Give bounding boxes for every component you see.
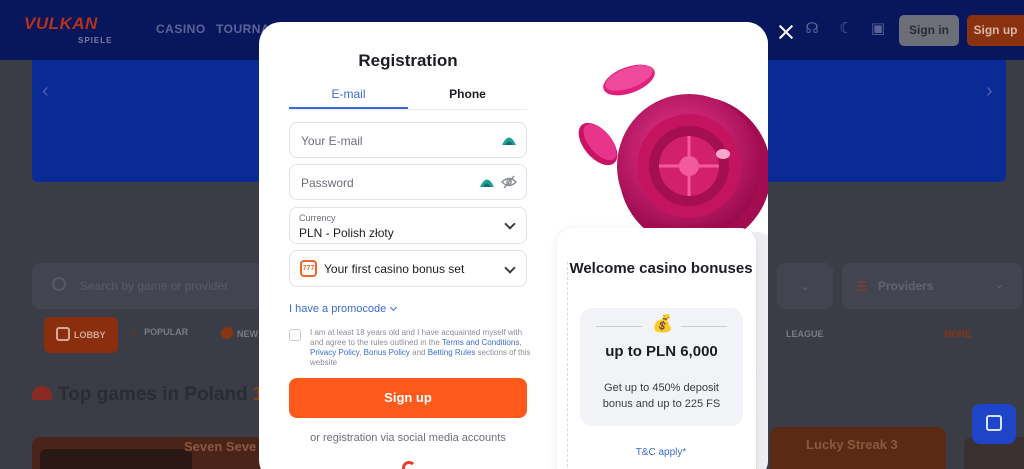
sign-up-button[interactable]: Sign up: [289, 378, 527, 418]
age-agreement-checkbox[interactable]: [289, 329, 301, 341]
promocode-toggle[interactable]: I have a promocode: [289, 303, 398, 315]
google-icon[interactable]: [402, 461, 416, 469]
money-bag-icon: 💰: [652, 314, 674, 333]
email-placeholder: Your E-mail: [301, 134, 363, 148]
search-icon: [52, 277, 66, 291]
email-field[interactable]: Your E-mail: [289, 122, 527, 158]
betting-rules-link[interactable]: Betting Rules: [428, 348, 476, 357]
chevron-right-icon[interactable]: ›: [986, 80, 993, 103]
providers-label: Providers: [878, 279, 934, 293]
agreement-and: and: [412, 348, 426, 357]
promocode-label: I have a promocode: [289, 303, 387, 315]
chip-popular-label: POPULAR: [144, 327, 189, 337]
registration-tabs: E-mail Phone: [289, 87, 527, 109]
close-icon[interactable]: [776, 22, 796, 42]
currency-select[interactable]: Currency PLN - Polish złoty: [289, 207, 527, 244]
logo-sub-text: SPIELE: [78, 36, 113, 45]
bonus-amount: up to PLN 6,000: [605, 343, 718, 360]
privacy-policy-link[interactable]: Privacy Policy: [310, 348, 359, 357]
game-title: Lucky Streak 3: [806, 437, 898, 452]
providers-select[interactable]: ☰ Providers ⌄: [842, 263, 1022, 309]
registration-form: Registration E-mail Phone Your E-mail Pa…: [259, 22, 557, 469]
top-games-heading: Top games in Poland 1: [32, 384, 264, 406]
moon-icon[interactable]: ☾: [836, 19, 856, 39]
eye-off-icon[interactable]: [501, 174, 517, 190]
category-chip-more[interactable]: MORE: [944, 329, 971, 339]
chat-icon: [986, 415, 1002, 431]
chevron-down-icon: ⌄: [993, 277, 1004, 291]
game-thumbnail: [40, 449, 192, 469]
divider: [681, 326, 727, 327]
game-card[interactable]: Seven Seve: [32, 437, 264, 469]
chip-lobby-label: LOBBY: [74, 330, 106, 340]
welcome-bonus-panel: Welcome casino bonuses 💰 up to PLN 6,000…: [557, 22, 768, 469]
poland-flag-icon: [32, 386, 52, 400]
tab-phone[interactable]: Phone: [408, 87, 527, 109]
header-sign-in-button[interactable]: Sign in: [899, 15, 959, 46]
chip-new-label: NEW: [237, 329, 258, 339]
chevron-down-icon: [504, 218, 516, 230]
header-sign-up-button[interactable]: Sign up: [967, 15, 1024, 46]
bonus-description: Get up to 450% deposit bonus and up to 2…: [602, 382, 721, 410]
bonus-label: Your first casino bonus set: [324, 262, 465, 276]
divider: [596, 326, 642, 327]
tab-email[interactable]: E-mail: [289, 87, 408, 109]
category-chip-lobby[interactable]: LOBBY: [44, 317, 118, 353]
slot-machine-icon: 777: [300, 260, 317, 277]
tab-divider: [289, 109, 527, 110]
registration-modal: Registration E-mail Phone Your E-mail Pa…: [259, 22, 768, 469]
chevron-left-icon[interactable]: ‹: [42, 80, 49, 103]
logo-main-text: VULKAN: [24, 14, 98, 33]
autofill-icon[interactable]: [501, 132, 517, 148]
currency-value: PLN - Polish złoty: [299, 226, 394, 240]
autofill-icon[interactable]: [479, 174, 495, 190]
support-icon[interactable]: ☊: [802, 19, 822, 39]
gift-icon[interactable]: ▣: [868, 19, 888, 39]
category-chip-new[interactable]: NEW: [221, 327, 258, 339]
password-field[interactable]: Password: [289, 164, 527, 200]
top-games-title: Top games in Poland: [58, 384, 248, 405]
terms-link[interactable]: Terms and Conditions: [442, 338, 519, 347]
bonus-select[interactable]: 777 Your first casino bonus set: [289, 250, 527, 287]
password-placeholder: Password: [301, 176, 354, 190]
modal-title: Registration: [358, 51, 458, 70]
category-chip-league[interactable]: LEAGUE: [786, 329, 824, 339]
grid-icon: [56, 327, 70, 341]
filter-button[interactable]: ⌄: [777, 263, 833, 309]
fire-icon: ♨: [130, 327, 139, 337]
new-icon: [221, 327, 233, 339]
terms-apply-link[interactable]: T&C apply*: [557, 447, 765, 458]
category-chip-popular[interactable]: ♨ POPULAR: [130, 327, 188, 338]
chevron-down-icon: [390, 303, 398, 312]
chevron-down-icon: [504, 262, 516, 274]
chat-button[interactable]: [972, 404, 1016, 444]
game-title: Seven Seve: [184, 439, 257, 454]
social-registration-text: or registration via social media account…: [310, 432, 506, 444]
search-placeholder: Search by game or provider: [80, 279, 229, 293]
nav-item-casino[interactable]: CASINO: [156, 22, 206, 36]
site-logo[interactable]: VULKAN SPIELE: [24, 12, 134, 48]
bonus-policy-link[interactable]: Bonus Policy: [364, 348, 410, 357]
welcome-title: Welcome casino bonuses: [569, 260, 753, 277]
agreement-text: I am at least 18 years old and I have ac…: [310, 328, 531, 367]
bonus-offer-card: 💰 up to PLN 6,000 Get up to 450% deposit…: [580, 308, 743, 426]
game-card[interactable]: Lucky Streak 3: [770, 427, 946, 469]
currency-label: Currency: [299, 213, 336, 223]
list-icon: ☰: [856, 279, 868, 294]
